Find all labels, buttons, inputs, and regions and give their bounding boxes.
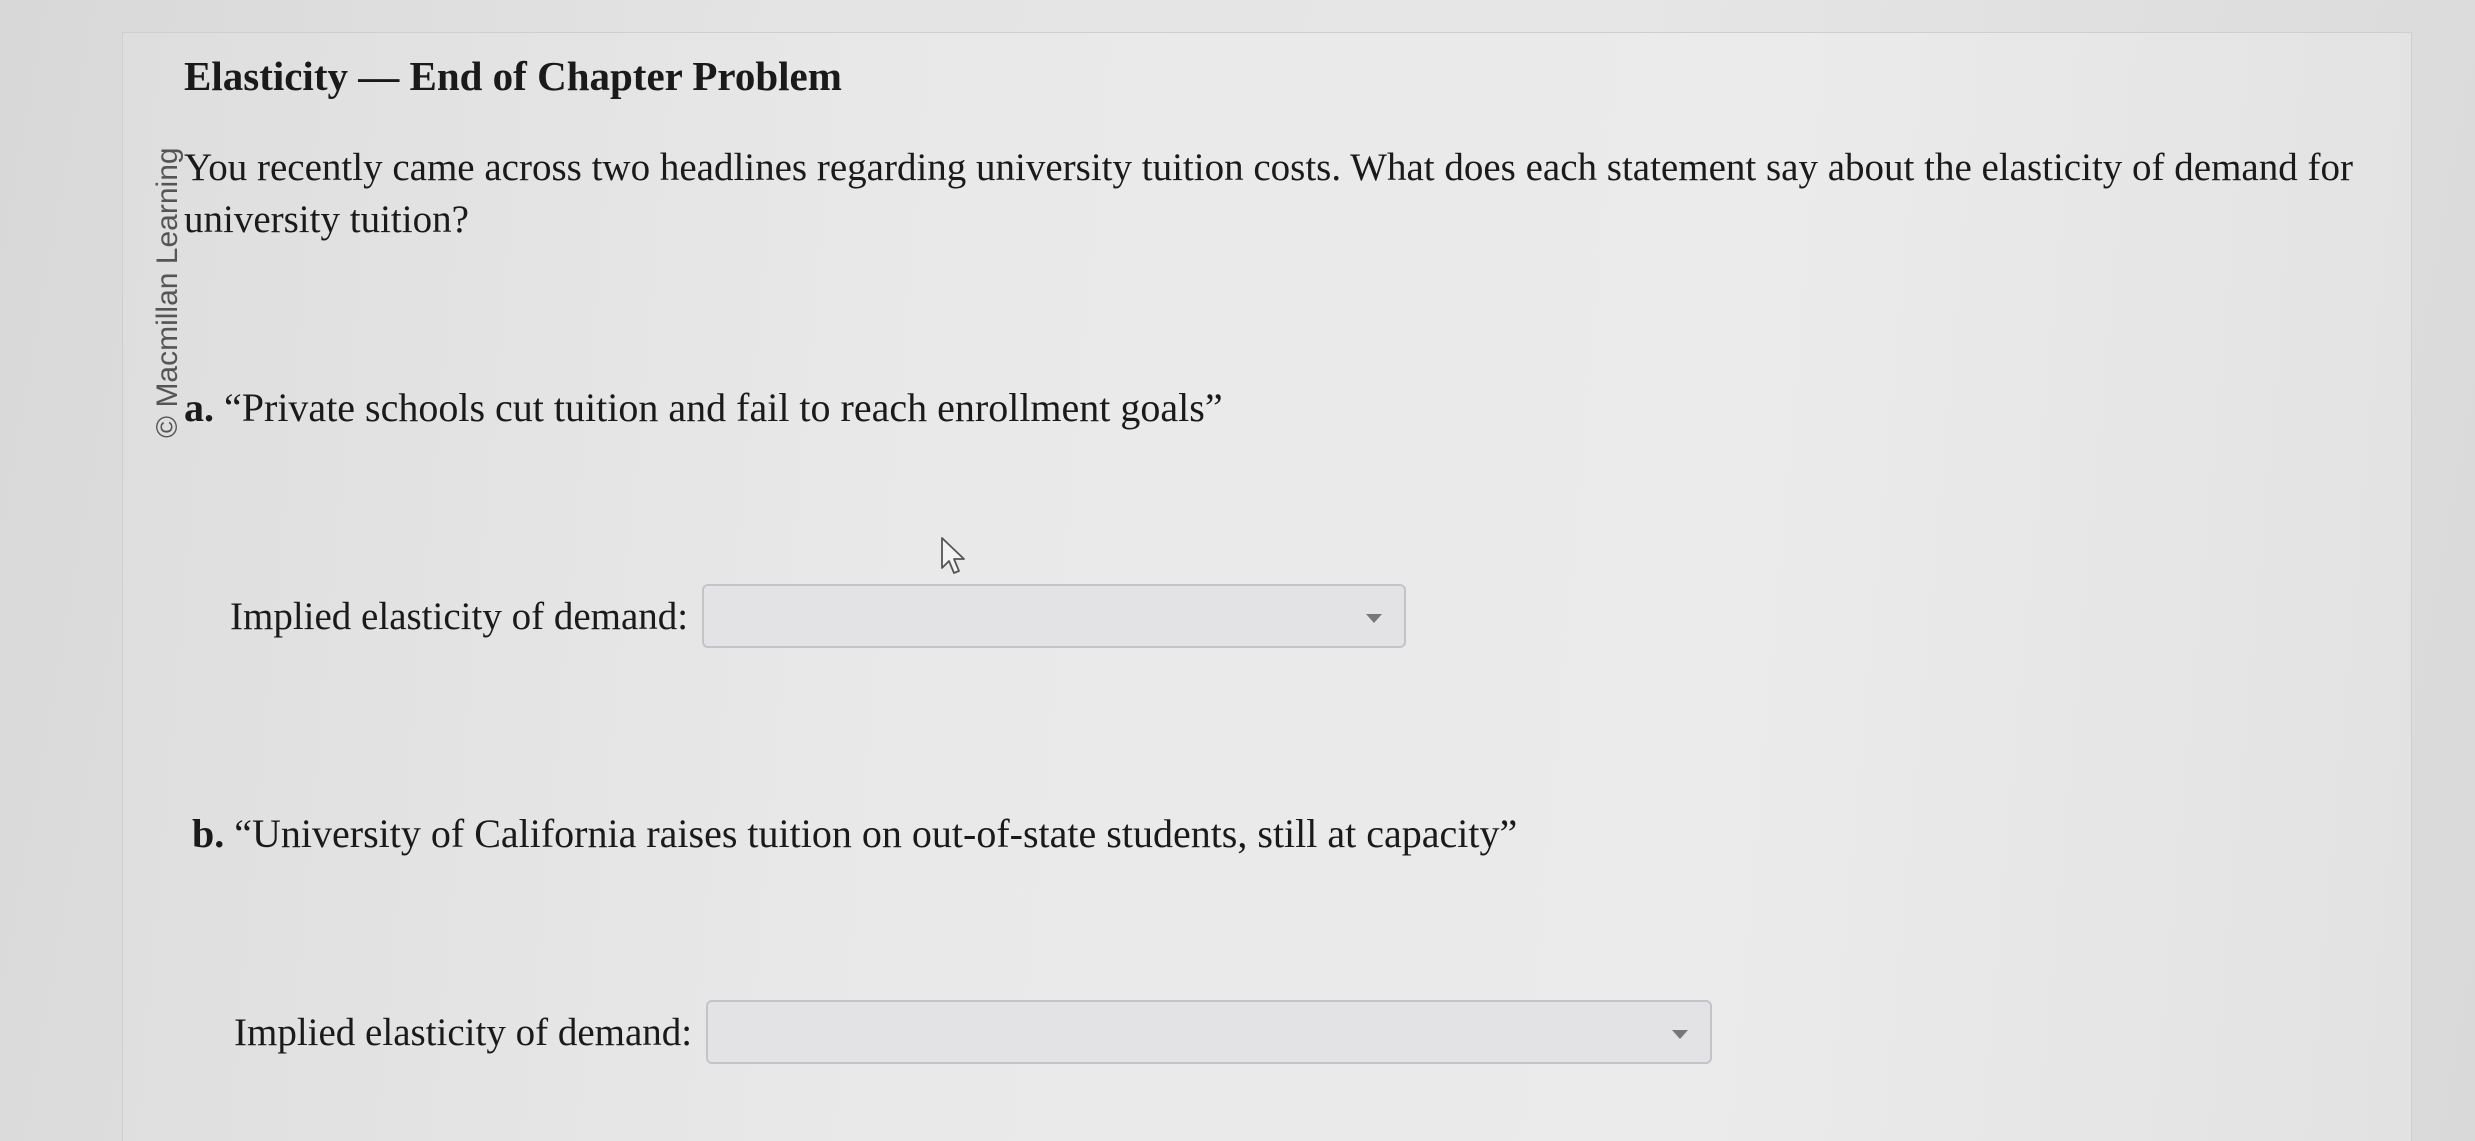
copyright-watermark: © Macmillan Learning [151,147,184,438]
problem-intro: You recently came across two headlines r… [184,146,2353,241]
question-a-headline: “Private schools cut tuition and fail to… [224,385,1223,430]
answer-a-label: Implied elasticity of demand: [230,594,689,638]
answer-row-b: Implied elasticity of demand: [234,1000,1713,1064]
chevron-down-icon [1672,1030,1689,1039]
question-b-letter: b. [192,811,225,856]
screen: © Macmillan Learning Elasticity — End of… [0,0,2475,1141]
answer-row-a: Implied elasticity of demand: [230,584,1407,648]
problem-title: Elasticity — End of Chapter Problem [184,53,842,99]
elasticity-dropdown-a[interactable] [702,584,1407,648]
elasticity-dropdown-b[interactable] [706,1000,1713,1064]
chevron-down-icon [1366,614,1383,623]
answer-b-label: Implied elasticity of demand: [234,1010,693,1054]
question-a: a. “Private schools cut tuition and fail … [184,384,1223,431]
question-a-letter: a. [184,385,214,430]
mouse-pointer-icon [941,537,965,574]
question-b-headline: “University of California raises tuition… [234,811,1518,856]
question-b: b. “University of California raises tuiti… [192,810,1517,857]
